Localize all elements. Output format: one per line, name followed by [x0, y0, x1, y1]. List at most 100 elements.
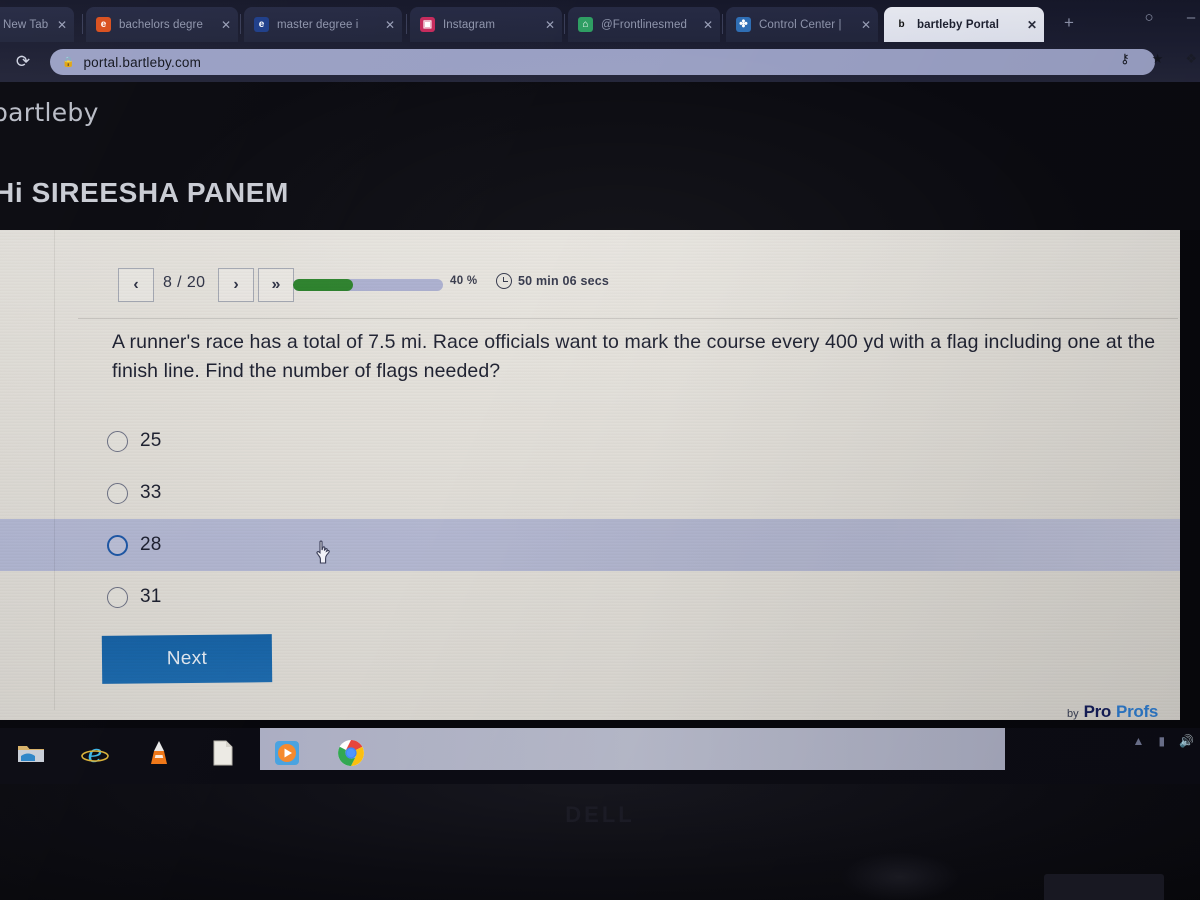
close-tab-icon[interactable]: ✕ — [382, 17, 398, 33]
browser-window: New Tab ✕ e bachelors degre ✕ e master degree … — [0, 0, 1200, 82]
panel-left-edge — [54, 230, 55, 710]
document-icon[interactable] — [200, 731, 246, 775]
section-divider — [78, 318, 1178, 319]
proprofs-brand-part1: Pro — [1083, 702, 1112, 721]
progress-bar-fill — [293, 279, 353, 291]
reload-button[interactable]: ⟳ — [8, 52, 38, 72]
close-tab-icon[interactable]: ✕ — [1024, 17, 1040, 33]
answer-option[interactable]: 28 — [0, 519, 1180, 571]
bookmark-star-icon[interactable]: ★ — [1152, 51, 1164, 67]
proprofs-brand-part2: Profs — [1116, 702, 1158, 721]
url-text: portal.bartleby.com — [83, 54, 202, 70]
close-tab-icon[interactable]: ✕ — [218, 17, 234, 33]
browser-tab-title: @Frontlinesmed — [601, 18, 687, 31]
system-tray: ▲ ▮ 🔊 — [1133, 734, 1194, 748]
browser-tab-title: Instagram — [443, 18, 496, 31]
site-header: bartleby Hi SIREESHA PANEM — [0, 82, 1200, 230]
site-icon: e — [254, 17, 269, 32]
browser-toolbar: › ⟳ 🔒 portal.bartleby.com ⚷ ★ ❖ — [0, 42, 1200, 82]
volume-icon[interactable]: 🔊 — [1179, 734, 1194, 748]
site-icon: e — [96, 17, 111, 32]
answer-option[interactable]: 33 — [0, 467, 1180, 519]
next-button-label: Next — [166, 647, 208, 670]
browser-tab[interactable]: e master degree i ✕ — [244, 7, 402, 42]
desk-light-reflection — [840, 852, 960, 900]
close-tab-icon[interactable]: ✕ — [700, 17, 716, 33]
tab-separator — [240, 14, 241, 34]
trackpad — [1044, 874, 1164, 900]
browser-tab-title: master degree i — [277, 18, 359, 31]
question-counter: 8 / 20 — [163, 274, 206, 291]
quiz-timer: 50 min 06 secs — [496, 273, 609, 289]
internet-explorer-icon[interactable]: e — [72, 731, 118, 775]
user-greeting: Hi SIREESHA PANEM — [0, 177, 289, 208]
browser-tab-strip: New Tab ✕ e bachelors degre ✕ e master degree … — [0, 4, 1200, 42]
toolbar-actions: ⚷ ★ ❖ — [1120, 51, 1197, 67]
previous-question-button[interactable]: ‹ — [118, 268, 154, 302]
clock-icon — [496, 273, 512, 289]
browser-tab-title: bachelors degre — [119, 18, 203, 31]
next-button[interactable]: Next — [101, 634, 273, 684]
minimize-window-button[interactable]: – — [1179, 6, 1200, 30]
browser-tab-title: New Tab — [3, 18, 49, 31]
tab-separator — [722, 14, 723, 34]
tab-separator — [406, 14, 407, 34]
vlc-media-player-icon[interactable] — [136, 731, 182, 775]
laptop-bezel: DELL — [0, 784, 1200, 900]
tab-separator — [82, 14, 83, 34]
google-chrome-icon[interactable] — [328, 731, 374, 775]
radio-button[interactable] — [107, 482, 128, 504]
close-tab-icon[interactable]: ✕ — [542, 17, 558, 33]
radio-button[interactable] — [107, 586, 128, 608]
address-bar[interactable]: 🔒 portal.bartleby.com — [50, 49, 1155, 75]
password-key-icon[interactable]: ⚷ — [1120, 51, 1130, 67]
close-tab-icon[interactable]: ✕ — [54, 17, 70, 33]
quiz-navigation-bar: ‹ 8 / 20 › » 40 % 50 min 06 secs — [0, 268, 1180, 316]
media-player-icon[interactable] — [264, 731, 310, 775]
mouse-cursor-pointer — [316, 540, 330, 564]
answer-options-list: 25 33 28 31 — [0, 415, 1180, 623]
browser-tab[interactable]: b bartleby Portal ✕ — [884, 7, 1044, 42]
instagram-icon: ▣ — [420, 17, 435, 32]
radio-button[interactable] — [107, 430, 128, 452]
question-text: A runner's race has a total of 7.5 mi. R… — [112, 331, 1156, 382]
show-hidden-icons-arrow[interactable]: ▲ — [1133, 734, 1145, 748]
tab-separator — [564, 14, 565, 34]
next-question-button[interactable]: › — [218, 268, 254, 302]
proprofs-footer-logo: by Pro Profs — [1067, 702, 1158, 722]
progress-percent-label: 40 % — [450, 275, 478, 287]
timer-label: 50 min 06 secs — [518, 274, 610, 288]
taskbar-icons: e — [8, 731, 374, 775]
svg-text:e: e — [88, 739, 103, 767]
skip-to-end-button[interactable]: » — [258, 268, 294, 302]
bartleby-icon: b — [898, 18, 905, 30]
progress-bar — [293, 279, 443, 291]
bartleby-logo[interactable]: bartleby — [0, 98, 99, 127]
answer-option-label: 31 — [140, 586, 162, 607]
answer-option-label: 28 — [140, 534, 162, 555]
new-tab-button[interactable]: + — [1058, 12, 1080, 34]
battery-icon[interactable]: ▮ — [1158, 734, 1165, 748]
browser-tab[interactable]: ▣ Instagram ✕ — [410, 7, 562, 42]
footer-by-label: by — [1066, 708, 1079, 720]
maximize-window-button[interactable]: ○ — [1137, 6, 1161, 30]
quiz-panel: ‹ 8 / 20 › » 40 % 50 min 06 secs A runne… — [0, 230, 1180, 722]
radio-button[interactable] — [107, 534, 128, 556]
browser-tab[interactable]: ✤ Control Center | ✕ — [726, 7, 878, 42]
answer-option-label: 33 — [140, 482, 162, 503]
extensions-puzzle-icon[interactable]: ❖ — [1185, 51, 1197, 67]
answer-option[interactable]: 31 — [0, 571, 1180, 623]
close-tab-icon[interactable]: ✕ — [858, 17, 874, 33]
site-icon: ✤ — [736, 17, 751, 32]
window-controls: ○ – — [1137, 6, 1200, 30]
browser-tab[interactable]: New Tab ✕ — [0, 7, 74, 42]
laptop-screen-photo: New Tab ✕ e bachelors degre ✕ e master degree … — [0, 0, 1200, 900]
browser-tab[interactable]: ⌂ @Frontlinesmed ✕ — [568, 7, 720, 42]
browser-tab-title: Control Center | — [759, 18, 842, 31]
answer-option[interactable]: 25 — [0, 415, 1180, 467]
browser-tab[interactable]: e bachelors degre ✕ — [86, 7, 238, 42]
windows-taskbar: e ▲ ▮ 🔊 — [0, 728, 1200, 784]
file-explorer-icon[interactable] — [8, 731, 54, 775]
site-icon: ⌂ — [578, 17, 593, 32]
back-button[interactable]: › — [0, 54, 8, 70]
